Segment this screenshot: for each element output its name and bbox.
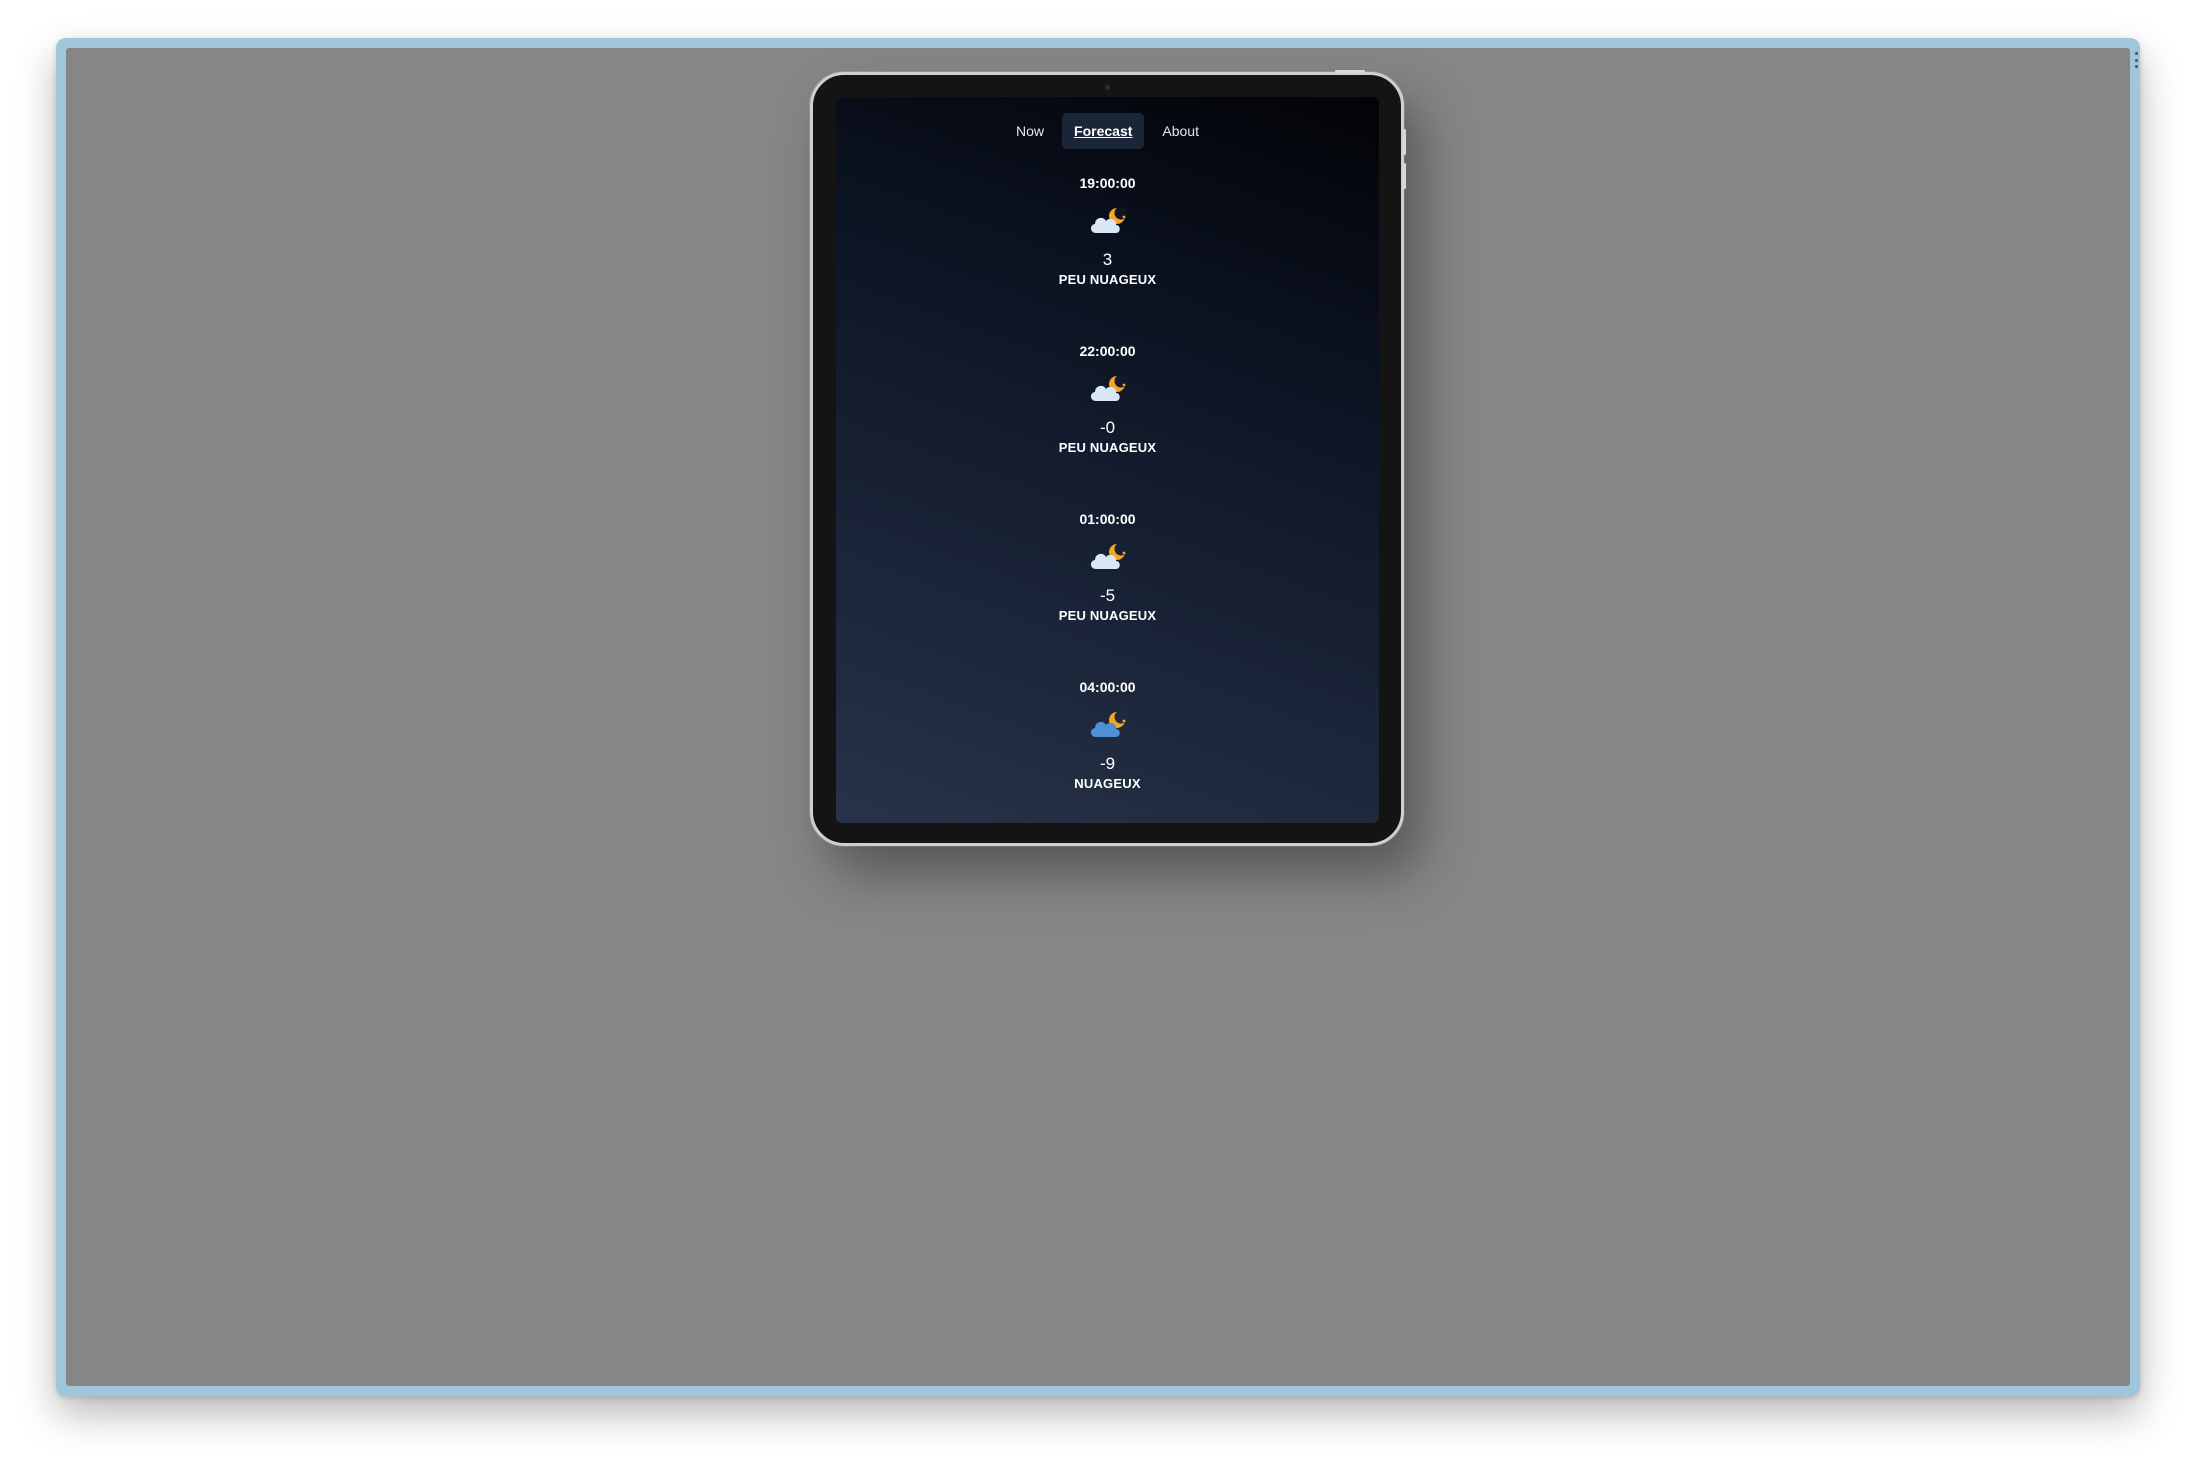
forecast-item: 19:00:00 3 PEU NUAGEUX — [836, 173, 1379, 341]
window-menu-handle[interactable] — [2134, 52, 2138, 68]
cloud-moon-icon — [1090, 374, 1127, 401]
forecast-item: 01:00:00 -5 PEU NUAGEUX — [836, 509, 1379, 677]
device-volume-down-button — [1403, 163, 1406, 189]
tab-about[interactable]: About — [1150, 113, 1211, 149]
forecast-description: PEU NUAGEUX — [1058, 608, 1157, 623]
forecast-list: 19:00:00 3 PEU NUAGEUX 22:00:00 -0 PEU N… — [836, 173, 1379, 823]
forecast-time: 04:00:00 — [1079, 679, 1136, 695]
forecast-temperature: -5 — [1099, 586, 1116, 605]
forecast-item: 04:00:00 -9 NUAGEUX — [836, 677, 1379, 823]
forecast-description: PEU NUAGEUX — [1058, 272, 1157, 287]
device-power-button — [1335, 70, 1365, 73]
forecast-time: 19:00:00 — [1079, 175, 1136, 191]
forecast-time: 22:00:00 — [1079, 343, 1136, 359]
cloud-moon-icon — [1090, 206, 1127, 233]
tablet-device: Now Forecast About 19:00:00 3 PEU NUAGEU… — [810, 70, 1406, 846]
device-volume-up-button — [1403, 129, 1406, 155]
forecast-temperature: -0 — [1099, 418, 1116, 437]
preview-canvas: Now Forecast About 19:00:00 3 PEU NUAGEU… — [66, 48, 2130, 1386]
forecast-time: 01:00:00 — [1079, 511, 1136, 527]
cloud-moon-icon — [1090, 710, 1127, 737]
forecast-temperature: 3 — [1102, 250, 1113, 269]
forecast-item: 22:00:00 -0 PEU NUAGEUX — [836, 341, 1379, 509]
cloud-moon-icon — [1090, 542, 1127, 569]
tab-forecast[interactable]: Forecast — [1062, 113, 1145, 149]
main-nav: Now Forecast About — [836, 113, 1379, 149]
forecast-description: PEU NUAGEUX — [1058, 440, 1157, 455]
forecast-description: NUAGEUX — [1074, 776, 1141, 791]
tab-now[interactable]: Now — [1004, 113, 1056, 149]
device-camera — [1105, 85, 1110, 90]
forecast-temperature: -9 — [1099, 754, 1116, 773]
device-screen: Now Forecast About 19:00:00 3 PEU NUAGEU… — [836, 97, 1379, 823]
app-window: Now Forecast About 19:00:00 3 PEU NUAGEU… — [56, 38, 2140, 1396]
